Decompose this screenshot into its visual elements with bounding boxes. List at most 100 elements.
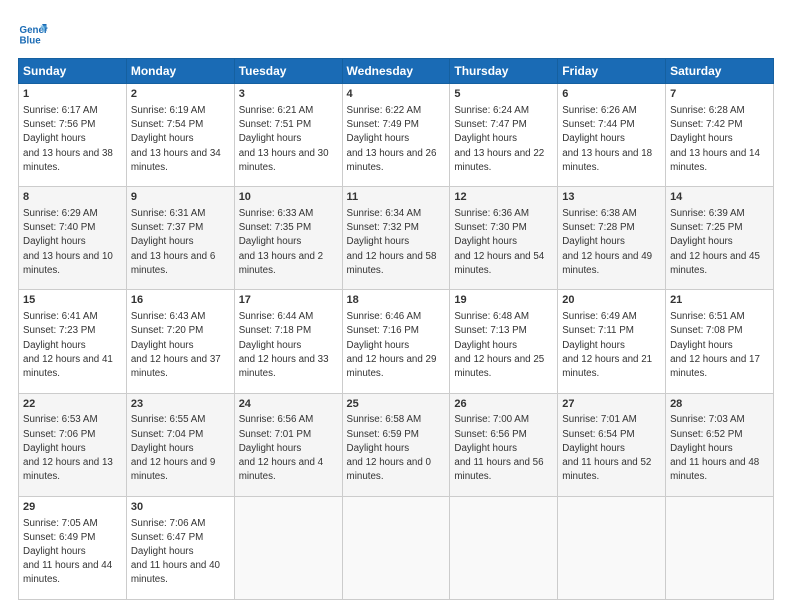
day-number: 7 bbox=[670, 87, 769, 102]
day-number: 22 bbox=[23, 397, 122, 412]
calendar-cell: 12 Sunrise: 6:36 AMSunset: 7:30 PMDayligh… bbox=[450, 187, 558, 290]
day-number: 19 bbox=[454, 293, 553, 308]
day-number: 1 bbox=[23, 87, 122, 102]
day-info: Sunrise: 6:19 AMSunset: 7:54 PMDaylight … bbox=[131, 105, 221, 173]
day-info: Sunrise: 7:06 AMSunset: 6:47 PMDaylight … bbox=[131, 518, 220, 586]
calendar-cell: 9 Sunrise: 6:31 AMSunset: 7:37 PMDaylight… bbox=[126, 187, 234, 290]
day-number: 12 bbox=[454, 190, 553, 205]
day-info: Sunrise: 6:29 AMSunset: 7:40 PMDaylight … bbox=[23, 208, 113, 276]
day-number: 16 bbox=[131, 293, 230, 308]
day-info: Sunrise: 7:05 AMSunset: 6:49 PMDaylight … bbox=[23, 518, 112, 586]
calendar-cell: 28Sunrise: 7:03 AMSunset: 6:52 PMDayligh… bbox=[666, 393, 774, 496]
day-info: Sunrise: 6:26 AMSunset: 7:44 PMDaylight … bbox=[562, 105, 652, 173]
weekday-header-sunday: Sunday bbox=[19, 59, 127, 84]
day-info: Sunrise: 6:38 AMSunset: 7:28 PMDaylight … bbox=[562, 208, 652, 276]
calendar-cell: 18 Sunrise: 6:46 AMSunset: 7:16 PMDayligh… bbox=[342, 290, 450, 393]
day-number: 26 bbox=[454, 397, 553, 412]
calendar-cell: 30Sunrise: 7:06 AMSunset: 6:47 PMDayligh… bbox=[126, 496, 234, 599]
day-number: 6 bbox=[562, 87, 661, 102]
calendar-cell bbox=[450, 496, 558, 599]
calendar-week-row: 22 Sunrise: 6:53 AMSunset: 7:06 PMDayligh… bbox=[19, 393, 774, 496]
calendar-cell: 4Sunrise: 6:22 AMSunset: 7:49 PMDaylight… bbox=[342, 84, 450, 187]
calendar-week-row: 15 Sunrise: 6:41 AMSunset: 7:23 PMDayligh… bbox=[19, 290, 774, 393]
day-number: 8 bbox=[23, 190, 122, 205]
day-number: 9 bbox=[131, 190, 230, 205]
calendar-cell bbox=[558, 496, 666, 599]
day-number: 27 bbox=[562, 397, 661, 412]
weekday-header-row: SundayMondayTuesdayWednesdayThursdayFrid… bbox=[19, 59, 774, 84]
day-number: 29 bbox=[23, 500, 122, 515]
day-info: Sunrise: 6:31 AMSunset: 7:37 PMDaylight … bbox=[131, 208, 215, 276]
weekday-header-monday: Monday bbox=[126, 59, 234, 84]
calendar-cell: 20 Sunrise: 6:49 AMSunset: 7:11 PMDayligh… bbox=[558, 290, 666, 393]
calendar-cell: 26Sunrise: 7:00 AMSunset: 6:56 PMDayligh… bbox=[450, 393, 558, 496]
calendar-cell: 2Sunrise: 6:19 AMSunset: 7:54 PMDaylight… bbox=[126, 84, 234, 187]
calendar-cell: 11 Sunrise: 6:34 AMSunset: 7:32 PMDayligh… bbox=[342, 187, 450, 290]
day-info: Sunrise: 6:53 AMSunset: 7:06 PMDaylight … bbox=[23, 414, 113, 482]
weekday-header-friday: Friday bbox=[558, 59, 666, 84]
day-number: 20 bbox=[562, 293, 661, 308]
day-info: Sunrise: 6:36 AMSunset: 7:30 PMDaylight … bbox=[454, 208, 544, 276]
day-number: 23 bbox=[131, 397, 230, 412]
calendar-cell: 29 Sunrise: 7:05 AMSunset: 6:49 PMDayligh… bbox=[19, 496, 127, 599]
weekday-header-thursday: Thursday bbox=[450, 59, 558, 84]
weekday-header-wednesday: Wednesday bbox=[342, 59, 450, 84]
day-number: 14 bbox=[670, 190, 769, 205]
calendar-cell: 5 Sunrise: 6:24 AMSunset: 7:47 PMDaylight… bbox=[450, 84, 558, 187]
calendar-cell: 22 Sunrise: 6:53 AMSunset: 7:06 PMDayligh… bbox=[19, 393, 127, 496]
day-number: 25 bbox=[347, 397, 446, 412]
calendar-week-row: 1Sunrise: 6:17 AMSunset: 7:56 PMDaylight… bbox=[19, 84, 774, 187]
calendar-cell: 21Sunrise: 6:51 AMSunset: 7:08 PMDayligh… bbox=[666, 290, 774, 393]
weekday-header-tuesday: Tuesday bbox=[234, 59, 342, 84]
day-number: 5 bbox=[454, 87, 553, 102]
calendar-cell: 6 Sunrise: 6:26 AMSunset: 7:44 PMDaylight… bbox=[558, 84, 666, 187]
day-number: 28 bbox=[670, 397, 769, 412]
day-info: Sunrise: 6:41 AMSunset: 7:23 PMDaylight … bbox=[23, 311, 113, 379]
day-number: 24 bbox=[239, 397, 338, 412]
day-info: Sunrise: 6:22 AMSunset: 7:49 PMDaylight … bbox=[347, 105, 437, 173]
day-info: Sunrise: 6:44 AMSunset: 7:18 PMDaylight … bbox=[239, 311, 329, 379]
day-number: 21 bbox=[670, 293, 769, 308]
calendar-week-row: 8 Sunrise: 6:29 AMSunset: 7:40 PMDaylight… bbox=[19, 187, 774, 290]
day-info: Sunrise: 6:58 AMSunset: 6:59 PMDaylight … bbox=[347, 414, 431, 482]
calendar-cell: 19 Sunrise: 6:48 AMSunset: 7:13 PMDayligh… bbox=[450, 290, 558, 393]
day-info: Sunrise: 6:34 AMSunset: 7:32 PMDaylight … bbox=[347, 208, 437, 276]
calendar-cell: 8 Sunrise: 6:29 AMSunset: 7:40 PMDaylight… bbox=[19, 187, 127, 290]
calendar-table: SundayMondayTuesdayWednesdayThursdayFrid… bbox=[18, 58, 774, 600]
day-info: Sunrise: 6:24 AMSunset: 7:47 PMDaylight … bbox=[454, 105, 544, 173]
day-info: Sunrise: 6:49 AMSunset: 7:11 PMDaylight … bbox=[562, 311, 652, 379]
day-number: 3 bbox=[239, 87, 338, 102]
day-info: Sunrise: 7:01 AMSunset: 6:54 PMDaylight … bbox=[562, 414, 651, 482]
calendar-cell bbox=[342, 496, 450, 599]
svg-text:Blue: Blue bbox=[20, 36, 42, 47]
day-number: 11 bbox=[347, 190, 446, 205]
logo: General Blue bbox=[18, 18, 48, 48]
calendar-cell: 25 Sunrise: 6:58 AMSunset: 6:59 PMDayligh… bbox=[342, 393, 450, 496]
day-info: Sunrise: 6:48 AMSunset: 7:13 PMDaylight … bbox=[454, 311, 544, 379]
calendar-cell: 1Sunrise: 6:17 AMSunset: 7:56 PMDaylight… bbox=[19, 84, 127, 187]
day-number: 13 bbox=[562, 190, 661, 205]
day-info: Sunrise: 6:39 AMSunset: 7:25 PMDaylight … bbox=[670, 208, 760, 276]
calendar-cell bbox=[666, 496, 774, 599]
calendar-week-row: 29 Sunrise: 7:05 AMSunset: 6:49 PMDayligh… bbox=[19, 496, 774, 599]
calendar-cell: 16 Sunrise: 6:43 AMSunset: 7:20 PMDayligh… bbox=[126, 290, 234, 393]
header: General Blue bbox=[18, 18, 774, 48]
weekday-header-saturday: Saturday bbox=[666, 59, 774, 84]
day-number: 15 bbox=[23, 293, 122, 308]
calendar-cell: 3 Sunrise: 6:21 AMSunset: 7:51 PMDaylight… bbox=[234, 84, 342, 187]
day-info: Sunrise: 6:55 AMSunset: 7:04 PMDaylight … bbox=[131, 414, 215, 482]
day-info: Sunrise: 6:46 AMSunset: 7:16 PMDaylight … bbox=[347, 311, 437, 379]
day-number: 10 bbox=[239, 190, 338, 205]
day-info: Sunrise: 6:43 AMSunset: 7:20 PMDaylight … bbox=[131, 311, 221, 379]
calendar-cell: 27 Sunrise: 7:01 AMSunset: 6:54 PMDayligh… bbox=[558, 393, 666, 496]
calendar-cell: 14 Sunrise: 6:39 AMSunset: 7:25 PMDayligh… bbox=[666, 187, 774, 290]
calendar-cell: 17 Sunrise: 6:44 AMSunset: 7:18 PMDayligh… bbox=[234, 290, 342, 393]
day-number: 18 bbox=[347, 293, 446, 308]
calendar-cell: 15 Sunrise: 6:41 AMSunset: 7:23 PMDayligh… bbox=[19, 290, 127, 393]
calendar-page: General Blue SundayMondayTuesdayWednesda… bbox=[0, 0, 792, 612]
calendar-cell: 7Sunrise: 6:28 AMSunset: 7:42 PMDaylight… bbox=[666, 84, 774, 187]
calendar-cell: 13 Sunrise: 6:38 AMSunset: 7:28 PMDayligh… bbox=[558, 187, 666, 290]
day-info: Sunrise: 6:21 AMSunset: 7:51 PMDaylight … bbox=[239, 105, 329, 173]
day-number: 17 bbox=[239, 293, 338, 308]
calendar-cell: 24Sunrise: 6:56 AMSunset: 7:01 PMDayligh… bbox=[234, 393, 342, 496]
